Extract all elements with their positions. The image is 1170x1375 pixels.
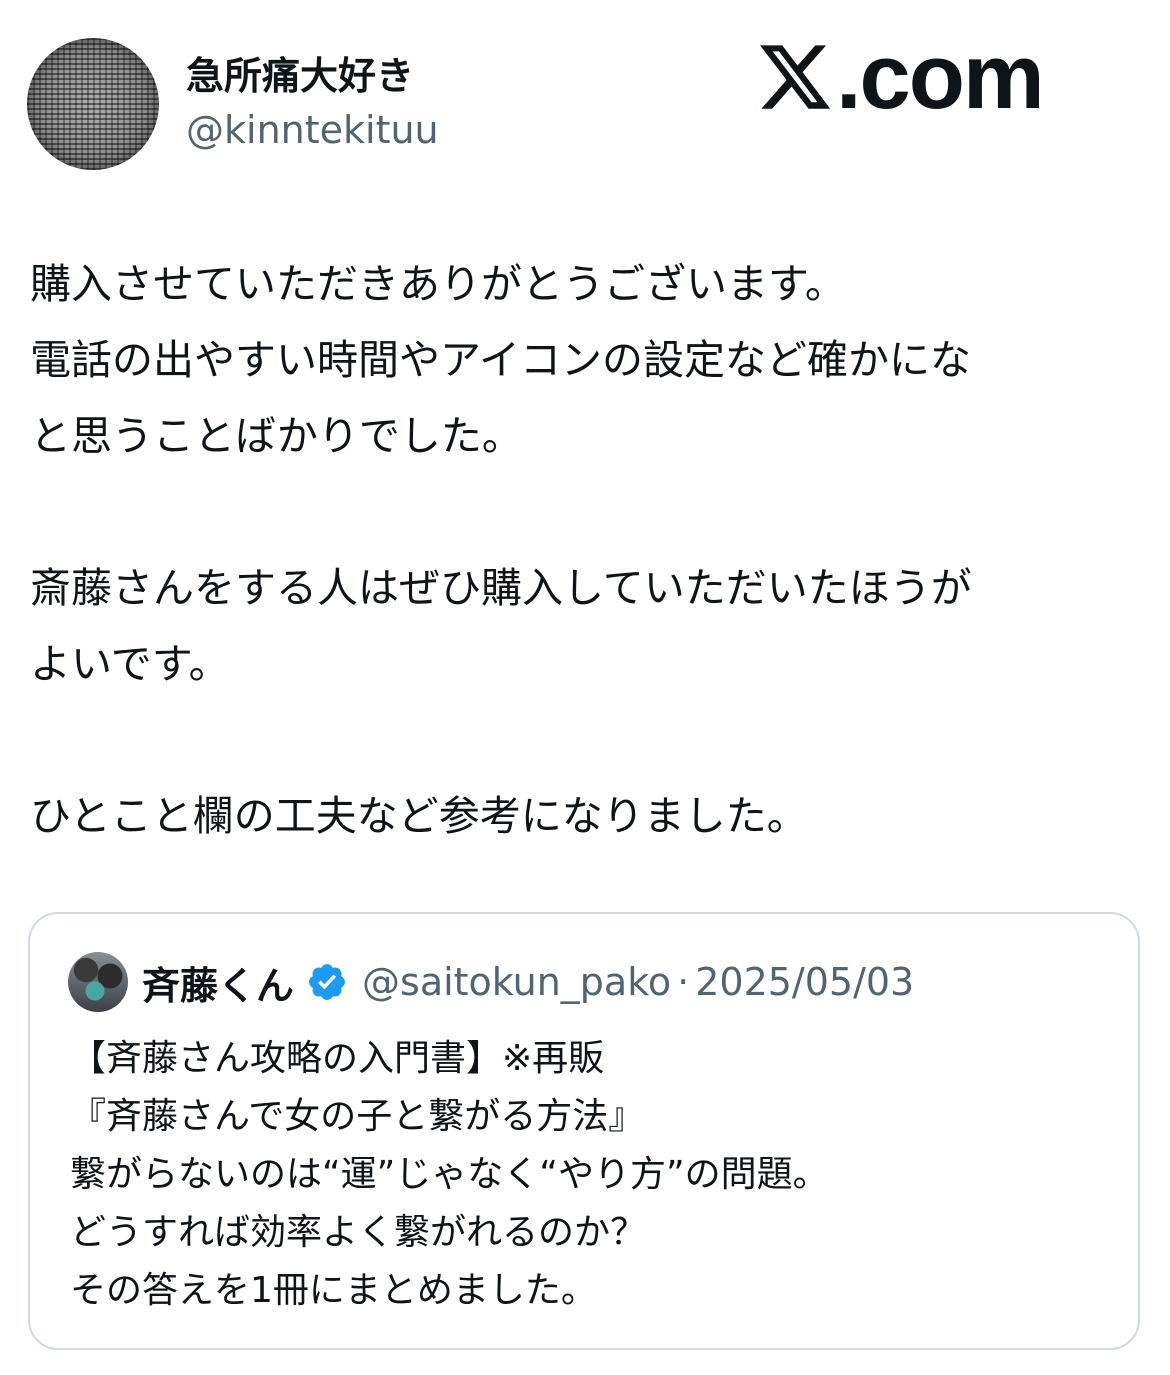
header-separator: · [677,960,690,1004]
quoted-tweet-line: その答えを1冊にまとめました。 [70,1270,597,1311]
quoted-tweet-header: 斉藤くん @saitokun_pako · 2025/05/03 [68,950,914,1014]
quoted-tweet-text: 【斉藤さん攻略の入門書】※再販 『斉藤さんで女の子と繋がる方法』 繋がらないのは… [70,1030,1110,1320]
quoted-tweet-card[interactable]: 斉藤くん @saitokun_pako · 2025/05/03 【斉藤さん攻略… [28,912,1140,1350]
tweet-paragraph: 購入させていただきありがとうございます。 電話の出やすい時間やアイコンの設定など… [30,260,971,460]
quoted-author-display-name[interactable]: 斉藤くん [142,955,294,1010]
quoted-tweet-line: 『斉藤さんで女の子と繋がる方法』 [70,1096,645,1137]
x-logo-icon [760,45,831,109]
tweet-paragraph: ひとこと欄の工夫など参考になりました。 [30,792,808,840]
brand-logo: .com [756,26,1045,128]
quoted-tweet-line: 【斉藤さん攻略の入門書】※再販 [70,1038,605,1079]
tweet-paragraph: 斎藤さんをする人はぜひ購入していただいたほうが よいです。 [30,564,972,688]
author-handle[interactable]: @kinntekituu [186,106,439,154]
verified-badge-icon [309,964,345,1000]
brand-domain-text: .com [836,26,1045,128]
quoted-tweet-line: どうすれば効率よく繋がれるのか？ [70,1212,647,1253]
quoted-author-handle[interactable]: @saitokun_pako [362,960,671,1004]
tweet-text: 購入させていただきありがとうございます。 電話の出やすい時間やアイコンの設定など… [30,246,1140,854]
quoted-author-avatar[interactable] [68,952,128,1012]
quoted-tweet-date[interactable]: 2025/05/03 [695,960,914,1004]
author-display-name[interactable]: 急所痛大好き [186,52,414,100]
quoted-tweet-line: 繋がらないのは“運”じゃなく“やり方”の問題。 [70,1154,829,1195]
author-avatar[interactable] [27,38,159,170]
